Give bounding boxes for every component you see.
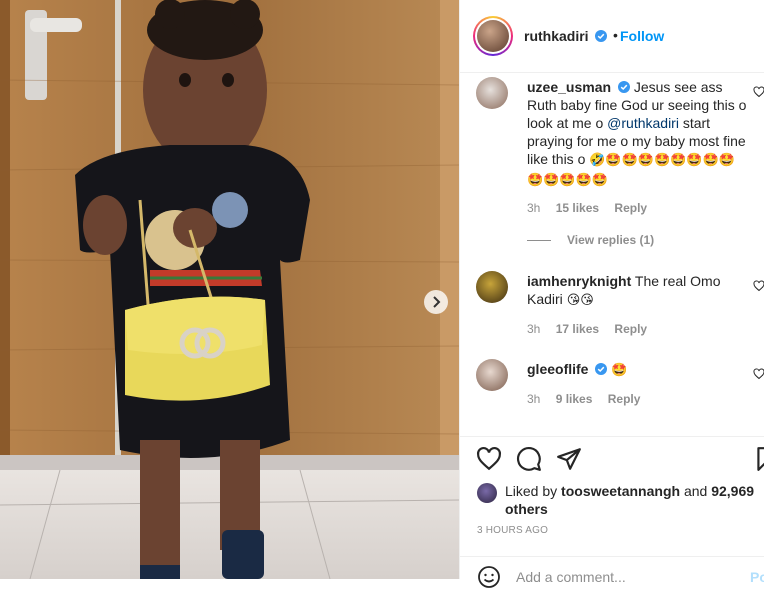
add-comment-bar: Add a comment... Po — [460, 556, 764, 597]
post-side-panel: ruthkadiri • Follow uzee_usman Jesus see… — [459, 0, 764, 588]
comment-time: 3h — [527, 322, 541, 336]
comment-username[interactable]: iamhenryknight — [527, 273, 631, 289]
smile-icon[interactable] — [477, 565, 501, 589]
share-icon[interactable] — [556, 446, 582, 472]
next-photo-button[interactable] — [424, 290, 448, 314]
reply-button[interactable]: Reply — [608, 392, 641, 406]
separator-dot: • — [613, 27, 618, 43]
chevron-right-icon — [433, 296, 441, 308]
comment-emojis: 🤩 — [611, 363, 628, 378]
post-header: ruthkadiri • Follow — [460, 0, 764, 73]
comment-icon[interactable] — [516, 446, 542, 472]
like-comment-heart-icon[interactable] — [753, 86, 764, 98]
comment-username[interactable]: gleeoflife — [527, 361, 588, 377]
post-comment-button[interactable]: Po — [750, 569, 764, 585]
comment-emojis: 😘😘 — [566, 293, 594, 308]
author-avatar[interactable] — [473, 16, 513, 56]
verified-icon — [595, 363, 608, 375]
reply-button[interactable]: Reply — [614, 322, 647, 336]
author-username[interactable]: ruthkadiri — [524, 28, 608, 44]
verified-icon — [595, 30, 608, 42]
comment-likes[interactable]: 15 likes — [556, 201, 599, 215]
bookmark-icon[interactable] — [753, 446, 764, 472]
post-actions: Liked by toosweetannangh and 92,969 othe… — [460, 436, 764, 588]
replies-divider — [527, 240, 551, 242]
liker-username[interactable]: toosweetannangh — [561, 483, 680, 499]
post-photo[interactable] — [0, 0, 459, 579]
view-replies-button[interactable]: View replies (1) — [527, 233, 654, 247]
comment-meta: 3h 17 likes Reply — [527, 322, 659, 336]
mention-link[interactable]: @ruthkadiri — [607, 115, 679, 131]
like-comment-heart-icon[interactable] — [753, 280, 764, 292]
commenter-avatar[interactable] — [476, 271, 508, 303]
post-image — [0, 0, 459, 579]
heart-icon[interactable] — [476, 446, 502, 472]
like-comment-heart-icon[interactable] — [753, 368, 764, 380]
commenter-avatar[interactable] — [476, 359, 508, 391]
comment-text: gleeoflife 🤩 — [527, 360, 747, 380]
verified-icon — [617, 81, 630, 93]
commenter-avatar[interactable] — [476, 77, 508, 109]
comment-text: uzee_usman Jesus see ass Ruth baby fine … — [527, 79, 747, 188]
comment-text: iamhenryknight The real Omo Kadiri 😘😘 — [527, 273, 721, 308]
follow-button[interactable]: Follow — [620, 28, 664, 44]
comment-likes[interactable]: 9 likes — [556, 392, 593, 406]
comment-meta: 3h 9 likes Reply — [527, 392, 652, 406]
comment-time: 3h — [527, 201, 541, 215]
comment-input[interactable]: Add a comment... — [516, 569, 626, 585]
comment-meta: 3h 15 likes Reply — [527, 201, 659, 215]
liker-avatar[interactable] — [477, 483, 497, 503]
reply-button[interactable]: Reply — [614, 201, 647, 215]
comments-list: uzee_usman Jesus see ass Ruth baby fine … — [460, 73, 764, 435]
comment-username[interactable]: uzee_usman — [527, 79, 611, 95]
comment-time: 3h — [527, 392, 541, 406]
post-timestamp[interactable]: 3 HOURS AGO — [477, 525, 548, 536]
comment-likes[interactable]: 17 likes — [556, 322, 599, 336]
